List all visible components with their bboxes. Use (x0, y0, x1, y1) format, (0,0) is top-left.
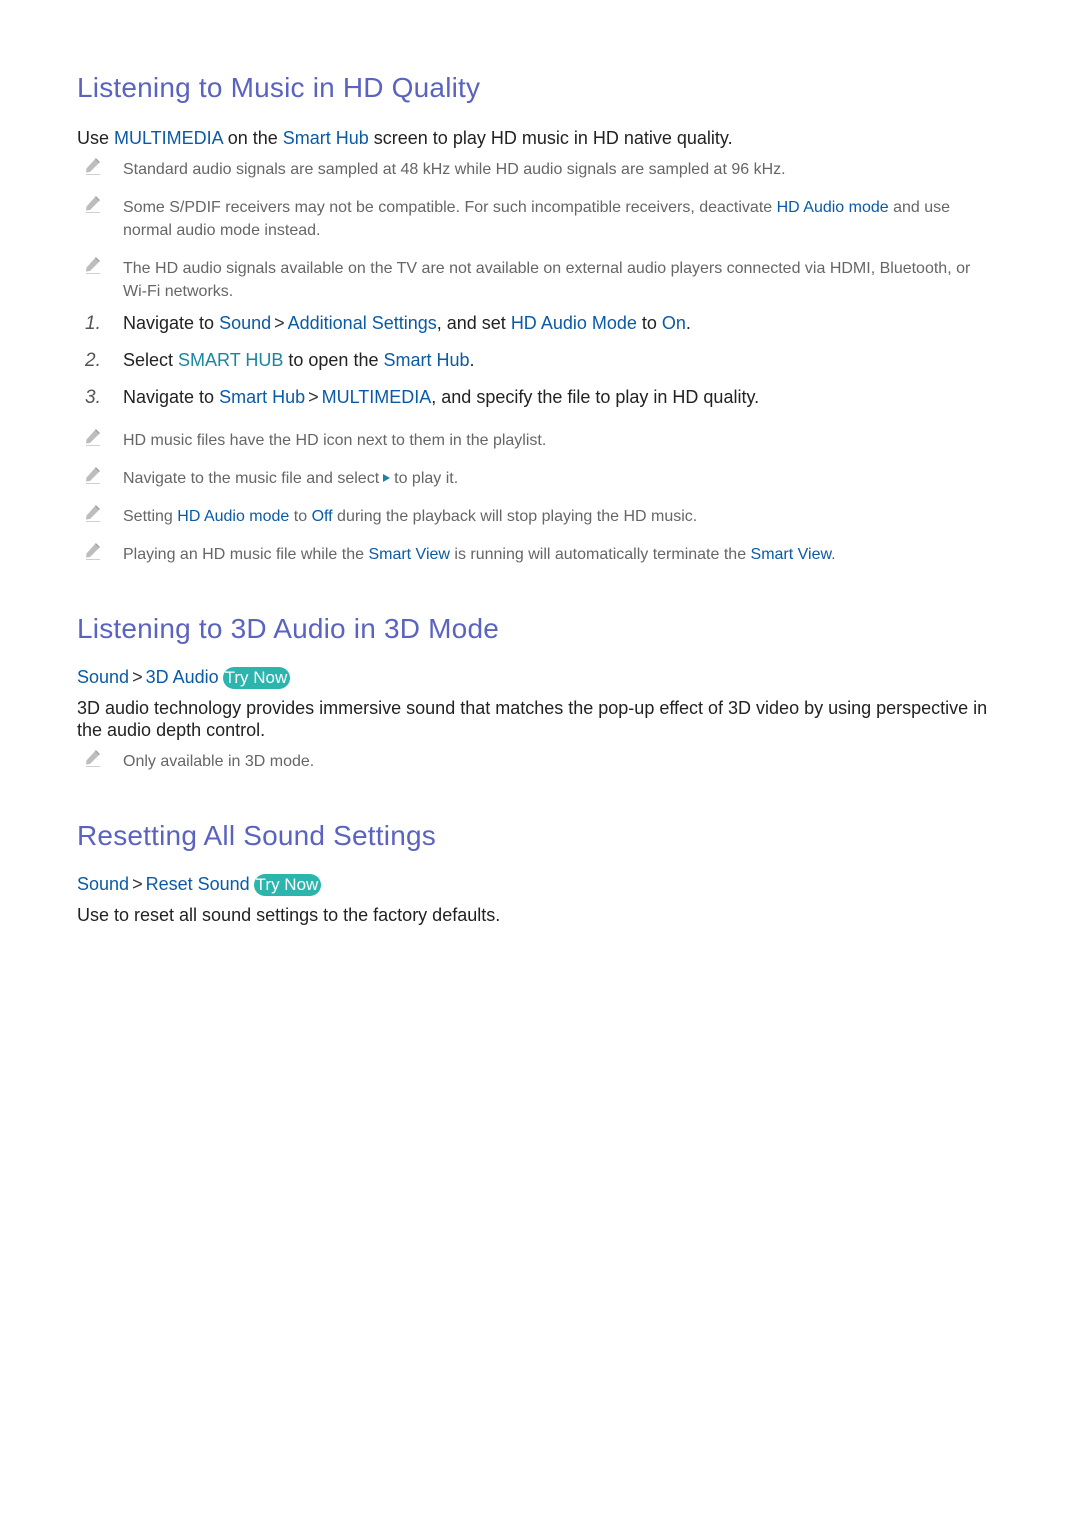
pencil-icon (83, 427, 103, 447)
path-reset-sound: Reset Sound (145, 874, 250, 894)
note-item: HD music files have the HD icon next to … (77, 429, 997, 452)
pencil-icon (83, 194, 103, 214)
chevron-right-icon: > (132, 874, 143, 894)
try-now-button[interactable]: Try Now (253, 874, 322, 896)
step-item: 1. Navigate to Sound > Additional Settings… (85, 313, 691, 334)
path-sound: Sound (77, 874, 130, 894)
note-item: Playing an HD music file while the Smart… (77, 543, 997, 566)
pencil-icon (83, 255, 103, 275)
pencil-icon (83, 503, 103, 523)
section-title-reset-sound: Resetting All Sound Settings (77, 820, 436, 851)
paragraph-reset-sound: Use to reset all sound settings to the f… (77, 905, 501, 925)
section-title-3d-audio: Listening to 3D Audio in 3D Mode (77, 613, 499, 644)
chevron-right-icon: > (132, 667, 143, 687)
note-item: Standard audio signals are sampled at 48… (77, 158, 997, 181)
chevron-right-icon: > (274, 313, 285, 333)
play-icon (383, 474, 391, 483)
intro-paragraph: Use MULTIMEDIA on the Smart Hub screen t… (77, 128, 733, 148)
path-3d-audio: 3D Audio (145, 667, 219, 687)
paragraph-3d-audio: 3D audio technology provides immersive s… (77, 698, 988, 740)
chevron-right-icon: > (308, 387, 319, 407)
keyword-hd-audio-mode: HD Audio mode (776, 199, 889, 216)
step-number: 3. (85, 387, 101, 408)
pencil-icon (83, 156, 103, 176)
note-item: The HD audio signals available on the TV… (77, 257, 997, 303)
note-item: Navigate to the music file and select to … (77, 467, 997, 490)
step-number: 2. (85, 350, 101, 371)
pencil-icon (83, 748, 103, 768)
pencil-icon (83, 465, 103, 485)
keyword-smart-hub: Smart Hub (282, 128, 369, 148)
note-item: Setting HD Audio mode to Off during the … (77, 505, 997, 528)
section-title-hd-music: Listening to Music in HD Quality (77, 72, 481, 103)
try-now-button[interactable]: Try Now (222, 667, 291, 689)
path-sound: Sound (77, 667, 130, 687)
step-number: 1. (85, 313, 101, 334)
note-item: Some S/PDIF receivers may not be compati… (77, 196, 997, 242)
step-item: 2. Select SMART HUB to open the Smart Hu… (85, 350, 475, 371)
note-item: Only available in 3D mode. (77, 750, 997, 773)
pencil-icon (83, 541, 103, 561)
keyword-multimedia: MULTIMEDIA (114, 128, 223, 148)
menu-path: Sound >3D Audio Try Now (77, 667, 291, 689)
menu-path: Sound > Reset Sound Try Now (77, 874, 322, 896)
step-item: 3. Navigate to Smart Hub > MULTIMEDIA, and… (85, 387, 760, 408)
